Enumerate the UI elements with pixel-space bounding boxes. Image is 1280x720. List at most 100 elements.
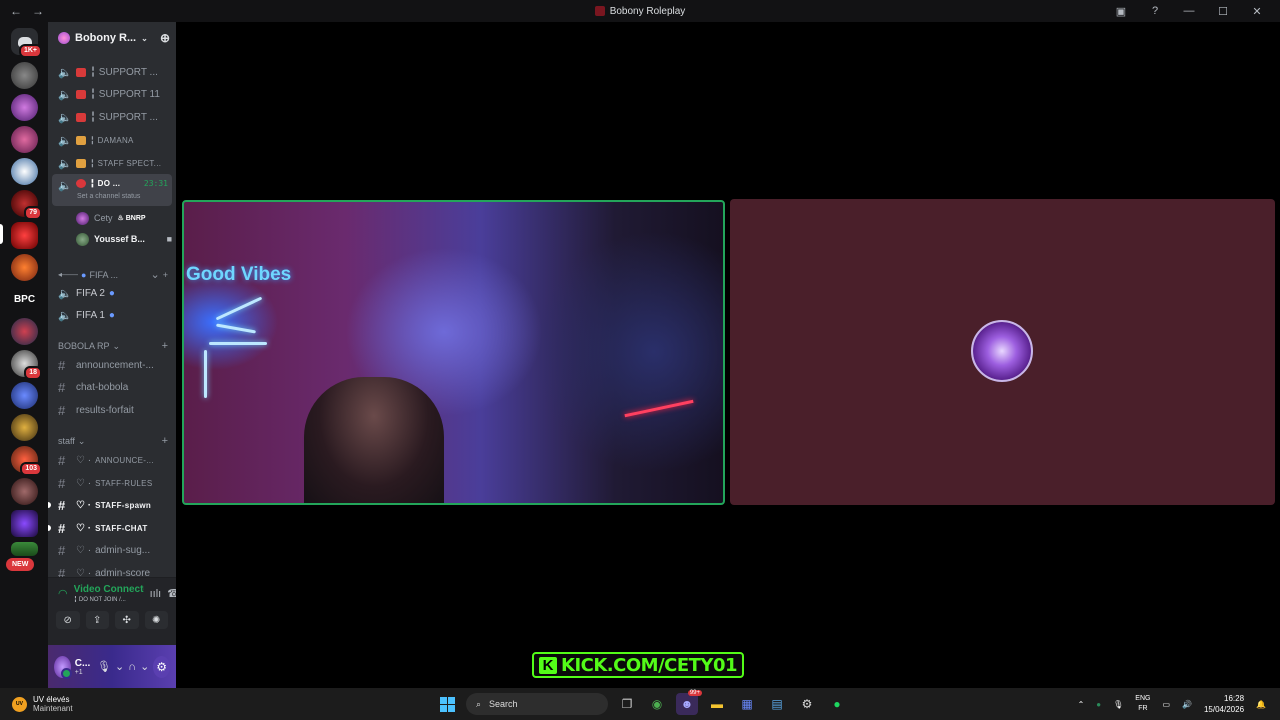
- text-channel[interactable]: # results-forfait: [52, 400, 172, 420]
- server-icon[interactable]: [11, 478, 38, 505]
- server-icon[interactable]: [11, 126, 38, 153]
- noise-suppression-icon[interactable]: ıılı: [150, 588, 162, 600]
- text-channel[interactable]: # ♡ · ANNOUNCE-...: [52, 450, 172, 470]
- voice-channel-name[interactable]: ╏ DO NOT JOIN /...: [74, 596, 144, 603]
- soundboard-button[interactable]: ✺: [144, 611, 168, 629]
- weather-widget[interactable]: UV UV élevés Maintenant: [0, 695, 200, 713]
- mention-badge: 79: [24, 206, 42, 220]
- voice-channel[interactable]: 🔈 ╏ DAMANA: [52, 130, 172, 150]
- chevron-down-icon: ⌄: [77, 435, 86, 446]
- forward-arrow-icon[interactable]: →: [32, 4, 44, 18]
- server-icon-selected[interactable]: [11, 222, 38, 249]
- back-arrow-icon[interactable]: ←: [10, 4, 22, 18]
- notifications-icon[interactable]: 🔔: [1256, 700, 1266, 709]
- text-channel-unread[interactable]: # ♡ · STAFF-CHAT: [52, 518, 172, 538]
- tray-app-icon[interactable]: ●: [1096, 700, 1101, 709]
- sos-emoji-icon: [76, 112, 86, 122]
- server-header[interactable]: Bobony R... ⌄ ⊕: [48, 22, 176, 54]
- minimize-button[interactable]: —: [1180, 5, 1198, 17]
- screen-share-button[interactable]: ⇪: [85, 611, 109, 629]
- add-channel-icon[interactable]: +: [162, 340, 168, 352]
- server-icon[interactable]: [11, 62, 38, 89]
- app-icon[interactable]: ▦: [736, 693, 758, 715]
- server-icon[interactable]: [11, 318, 38, 345]
- category-fifa[interactable]: ◂—— ● FIFA ... ⌄ +: [58, 268, 168, 281]
- voice-channel[interactable]: 🔈 FIFA 2 ●: [52, 283, 172, 303]
- mention-badge: 18: [24, 366, 42, 380]
- server-icon[interactable]: 79: [11, 190, 42, 220]
- task-view-icon[interactable]: ❐: [616, 693, 638, 715]
- neon-sign: Good Vibes: [186, 264, 292, 285]
- add-channel-icon[interactable]: +: [162, 435, 168, 447]
- server-icon[interactable]: 103: [11, 446, 42, 476]
- activities-button[interactable]: ✣: [115, 611, 139, 629]
- globe-icon: ●: [81, 269, 87, 280]
- voice-channel[interactable]: 🔈 FIFA 1 ●: [52, 305, 172, 325]
- avatar[interactable]: [54, 655, 72, 679]
- category-bobola[interactable]: BOBOLA RP ⌄ +: [58, 340, 168, 352]
- voice-channel[interactable]: 🔈 ╏ SUPPORT ...: [52, 107, 172, 127]
- text-channel-unread[interactable]: # ♡ · STAFF-spawn: [52, 495, 172, 515]
- chevron-down-icon[interactable]: ⌄: [115, 660, 124, 673]
- photos-icon[interactable]: ▤: [766, 693, 788, 715]
- chevron-down-icon[interactable]: ⌄: [140, 660, 149, 673]
- maximize-button[interactable]: ☐: [1214, 5, 1232, 18]
- server-icon[interactable]: [11, 382, 38, 409]
- close-button[interactable]: ✕: [1248, 5, 1266, 18]
- text-channel[interactable]: # announcement-...: [52, 355, 172, 375]
- text-channel[interactable]: # ♡ · admin-sug...: [52, 540, 172, 560]
- server-icon[interactable]: 18: [11, 350, 42, 380]
- hash-icon: #: [58, 475, 66, 491]
- discord-icon[interactable]: ☻ 99+: [676, 690, 702, 715]
- server-icon: [58, 32, 70, 44]
- server-icon[interactable]: [11, 510, 38, 537]
- add-user-icon[interactable]: ⊕: [160, 31, 170, 45]
- avatar-tile[interactable]: [730, 199, 1275, 505]
- camera-tile[interactable]: Good Vibes: [182, 200, 725, 505]
- network-icon[interactable]: ▭: [1162, 700, 1170, 709]
- server-icon[interactable]: [11, 542, 38, 556]
- taskbar: UV UV élevés Maintenant ⌕ Search ❐ ◉ ☻ 9…: [0, 688, 1280, 720]
- hash-icon: #: [58, 452, 66, 468]
- headphones-icon[interactable]: ∩: [128, 661, 136, 673]
- camera-off-button[interactable]: ⊘: [56, 611, 80, 629]
- voice-channel[interactable]: 🔈 ╏ STAFF SPECT...: [52, 153, 172, 173]
- volume-icon[interactable]: 🔊: [1182, 700, 1192, 709]
- server-icon-bpc[interactable]: BPC: [11, 286, 38, 313]
- speaker-active-icon: 🔈: [58, 180, 72, 192]
- language-indicator[interactable]: ENG FR: [1135, 694, 1150, 714]
- microphone-icon[interactable]: 🎙: [97, 660, 111, 673]
- chrome-icon[interactable]: ◉: [646, 693, 668, 715]
- direct-messages-button[interactable]: 1K+: [11, 28, 42, 58]
- selected-indicator: [0, 224, 3, 244]
- speaker-icon: 🔈: [58, 88, 72, 101]
- add-channel-icon[interactable]: +: [163, 270, 168, 280]
- help-icon[interactable]: ?: [1146, 5, 1164, 17]
- search-box[interactable]: ⌕ Search: [466, 693, 608, 715]
- text-channel[interactable]: # chat-bobola: [52, 377, 172, 397]
- call-timer: 23:31: [143, 179, 168, 188]
- hash-icon: #: [58, 542, 66, 558]
- clock[interactable]: 16:28 15/04/2026: [1204, 693, 1244, 715]
- folder-icon[interactable]: ▬: [706, 693, 728, 715]
- server-icon[interactable]: [11, 254, 38, 281]
- start-button[interactable]: [436, 693, 458, 715]
- voice-user[interactable]: Cety ♨ BNRP: [76, 208, 172, 228]
- voice-user[interactable]: Youssef B... ■: [76, 229, 172, 249]
- text-channel[interactable]: # ♡ · STAFF-RULES: [52, 473, 172, 493]
- server-icon[interactable]: [11, 94, 38, 121]
- app-icon[interactable]: ⚙: [796, 693, 818, 715]
- voice-channel[interactable]: 🔈 ╏ SUPPORT 11: [52, 84, 172, 104]
- voice-channel[interactable]: 🔈 ╏ SUPPORT ...: [52, 62, 172, 82]
- set-channel-status[interactable]: Set a channel status: [77, 193, 140, 200]
- microphone-icon[interactable]: 🎙: [1113, 700, 1123, 709]
- chevron-up-icon[interactable]: ⌃: [1078, 700, 1085, 709]
- inbox-icon[interactable]: ▣: [1112, 5, 1130, 18]
- spotify-icon[interactable]: ●: [826, 693, 848, 715]
- voice-channel-active[interactable]: 🔈 ╏ DO ... 23:31 Set a channel status: [52, 174, 172, 206]
- server-icon[interactable]: [11, 158, 38, 185]
- signal-icon[interactable]: ◠: [58, 587, 68, 600]
- server-icon[interactable]: [11, 414, 38, 441]
- gear-icon[interactable]: ⚙: [153, 655, 170, 678]
- category-staff[interactable]: staff ⌄ +: [58, 435, 168, 447]
